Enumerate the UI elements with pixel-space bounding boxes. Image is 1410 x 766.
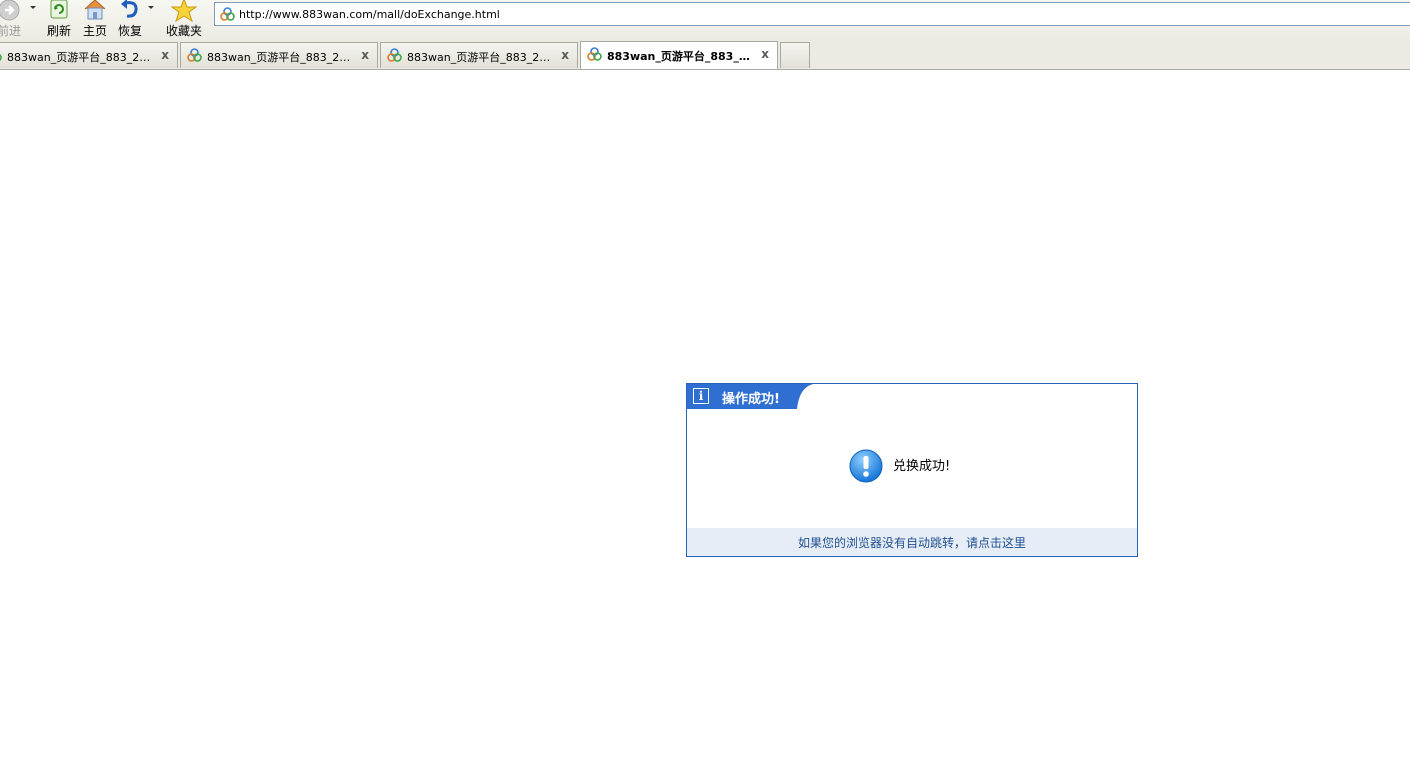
address-bar[interactable]: http://www.883wan.com/mall/doExchange.ht… (214, 2, 1410, 26)
site-favicon-icon (0, 48, 2, 65)
success-message: 兑换成功! (893, 459, 951, 474)
site-favicon-icon (387, 48, 402, 65)
undo-arrow-icon (119, 0, 141, 23)
tab-title: 883wan_页游平台_883_2014 (207, 51, 355, 64)
dialog-title: 操作成功! (722, 392, 780, 407)
site-favicon-icon (187, 48, 202, 65)
dialog-header: i 操作成功! (687, 384, 813, 409)
tab-2[interactable]: 883wan_页游平台_883_2014 x (180, 42, 378, 68)
home-button[interactable]: 主页 (80, 0, 110, 40)
close-icon[interactable]: x (561, 48, 569, 62)
address-url[interactable]: http://www.883wan.com/mall/doExchange.ht… (239, 8, 500, 21)
dialog-footer: 如果您的浏览器没有自动跳转，请点击这里 (687, 528, 1137, 556)
redirect-link[interactable]: 如果您的浏览器没有自动跳转，请点击这里 (798, 534, 1026, 551)
refresh-button[interactable]: 刷新 (44, 0, 74, 40)
forward-dropdown-icon[interactable] (30, 6, 36, 9)
home-label: 主页 (82, 24, 107, 38)
tab-title: 883wan_页游平台_883_2014 (407, 51, 555, 64)
close-icon[interactable]: x (761, 47, 769, 61)
close-icon[interactable]: x (361, 48, 369, 62)
close-icon[interactable]: x (161, 48, 169, 62)
forward-label: 前进 (0, 24, 21, 38)
home-icon (83, 0, 107, 23)
tab-title: 883wan_页游平台_883_2014 (607, 50, 755, 63)
browser-toolbar: 前进 刷新 主页 恢复 收藏夹 http://www.883wan.com/ma… (0, 0, 1410, 40)
restore-dropdown-icon[interactable] (148, 6, 154, 9)
forward-button[interactable]: 前进 (0, 0, 26, 40)
site-favicon-icon (587, 47, 602, 64)
favorites-button[interactable]: 收藏夹 (164, 0, 204, 40)
favorites-label: 收藏夹 (165, 24, 202, 38)
restore-label: 恢复 (117, 24, 142, 38)
new-tab-button[interactable] (780, 42, 810, 68)
site-favicon-icon (220, 7, 235, 24)
tab-4-active[interactable]: 883wan_页游平台_883_2014 x (580, 41, 778, 69)
restore-button[interactable]: 恢复 (115, 0, 145, 40)
exclamation-icon (849, 449, 883, 486)
refresh-icon (49, 0, 69, 23)
info-icon: i (693, 388, 709, 404)
refresh-label: 刷新 (46, 24, 71, 38)
tab-3[interactable]: 883wan_页游平台_883_2014 x (380, 42, 578, 68)
message-dialog: i 操作成功! 兑换成功! 如果您的浏览器没有自动跳转，请点击这里 (686, 383, 1138, 557)
tab-title: 883wan_页游平台_883_2014 (7, 51, 155, 64)
tab-strip: 883wan_页游平台_883_2014 x 883wan_页游平台_883_2… (0, 40, 1410, 70)
tab-1[interactable]: 883wan_页游平台_883_2014 x (0, 42, 178, 68)
